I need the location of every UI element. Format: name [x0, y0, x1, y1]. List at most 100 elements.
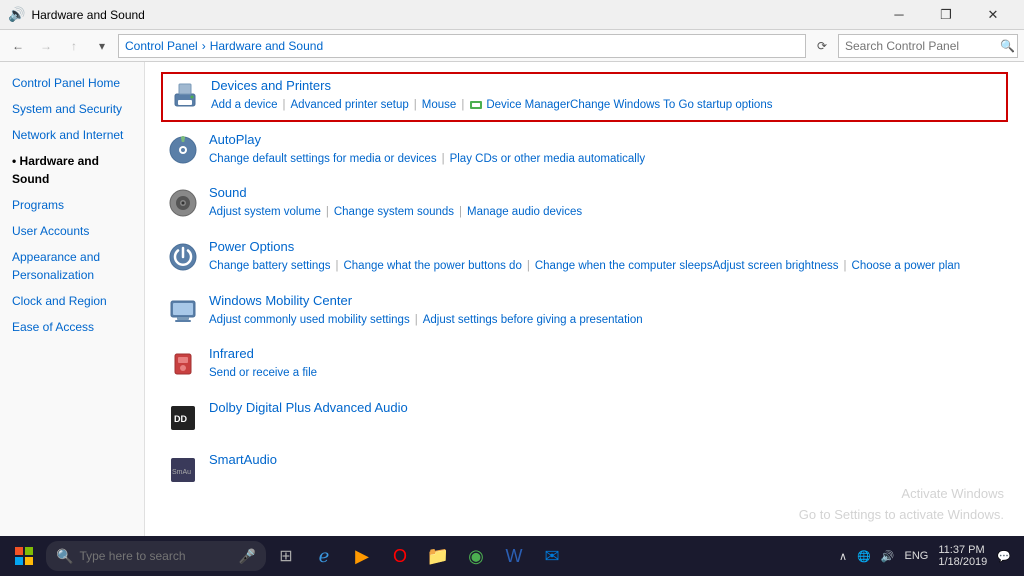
link-change-default[interactable]: Change default settings for media or dev… [209, 149, 437, 170]
link-add-device[interactable]: Add a device [211, 95, 278, 116]
infrared-links: Send or receive a file [209, 363, 1004, 384]
taskbar: 🔍 🎤 ⊞ ℯ ▶ O 📁 ◉ W ✉ ∧ 🌐 🔊 ENG 11:37 PM 1… [0, 536, 1024, 576]
search-box: 🔍 [838, 34, 1018, 58]
link-change-battery[interactable]: Change battery settings [209, 256, 330, 277]
taskbar-search-icon: 🔍 [56, 548, 73, 565]
chrome-icon[interactable]: ◉ [458, 538, 494, 574]
mobility-title[interactable]: Windows Mobility Center [209, 293, 352, 308]
link-play-cds[interactable]: Play CDs or other media automatically [450, 149, 646, 170]
infrared-info: Infrared Send or receive a file [209, 346, 1004, 384]
category-sound: Sound Adjust system volume | Change syst… [161, 179, 1008, 229]
tray-volume[interactable]: 🔊 [878, 548, 898, 565]
svg-text:DD: DD [174, 414, 187, 424]
window-controls: ─ ❐ ✕ [876, 0, 1016, 30]
sound-links: Adjust system volume | Change system sou… [209, 202, 1004, 223]
title-bar: 🔊 Hardware and Sound ─ ❐ ✕ [0, 0, 1024, 30]
folder-icon[interactable]: 📁 [420, 538, 456, 574]
autoplay-links: Change default settings for media or dev… [209, 149, 1004, 170]
sidebar-item-programs[interactable]: Programs [0, 192, 144, 218]
taskbar-search-box[interactable]: 🔍 🎤 [46, 541, 266, 571]
sidebar-item-network-internet[interactable]: Network and Internet [0, 122, 144, 148]
tray-chevron[interactable]: ∧ [836, 548, 850, 565]
restore-button[interactable]: ❐ [923, 0, 969, 30]
sidebar-item-user-accounts[interactable]: User Accounts [0, 218, 144, 244]
up-button[interactable]: ↑ [62, 34, 86, 58]
breadcrumb-root[interactable]: Control Panel [125, 39, 198, 53]
link-mouse[interactable]: Mouse [422, 95, 457, 116]
smartaudio-info: SmartAudio [209, 452, 1004, 469]
smartaudio-title[interactable]: SmartAudio [209, 452, 277, 467]
link-adjust-volume[interactable]: Adjust system volume [209, 202, 321, 223]
link-advanced-printer[interactable]: Advanced printer setup [291, 95, 409, 116]
recent-button[interactable]: ▾ [90, 34, 114, 58]
address-bar: ← → ↑ ▾ Control Panel › Hardware and Sou… [0, 30, 1024, 62]
mobility-info: Windows Mobility Center Adjust commonly … [209, 293, 1004, 331]
forward-button[interactable]: → [34, 34, 58, 58]
power-info: Power Options Change battery settings | … [209, 239, 1004, 277]
devices-printers-info: Devices and Printers Add a device | Adva… [211, 78, 1002, 116]
sound-title[interactable]: Sound [209, 185, 247, 200]
edge-icon[interactable]: ℯ [306, 538, 342, 574]
word-icon[interactable]: W [496, 538, 532, 574]
link-send-receive[interactable]: Send or receive a file [209, 363, 317, 384]
tray-network[interactable]: 🌐 [854, 548, 874, 565]
category-autoplay: AutoPlay Change default settings for med… [161, 126, 1008, 176]
autoplay-icon [165, 132, 201, 168]
sidebar: Control Panel Home System and Security N… [0, 62, 145, 536]
link-change-sleep[interactable]: Change when the computer sleeps [535, 256, 713, 277]
infrared-icon [165, 346, 201, 382]
link-adjust-presentation[interactable]: Adjust settings before giving a presenta… [423, 310, 643, 331]
tray-clock: 11:37 PM 1/18/2019 [935, 542, 990, 570]
dolby-title[interactable]: Dolby Digital Plus Advanced Audio [209, 400, 408, 415]
taskbar-search-input[interactable] [79, 549, 232, 563]
window-icon: 🔊 [8, 6, 25, 23]
category-devices-printers: Devices and Printers Add a device | Adva… [161, 72, 1008, 122]
tray-language[interactable]: ENG [902, 548, 932, 564]
notification-button[interactable]: 💬 [994, 548, 1014, 565]
sidebar-item-system-security[interactable]: System and Security [0, 96, 144, 122]
link-power-plan[interactable]: Choose a power plan [852, 256, 961, 277]
link-device-manager[interactable]: Device Manager [486, 95, 570, 116]
mobility-icon [165, 293, 201, 329]
power-icon [165, 239, 201, 275]
sidebar-item-ease-of-access[interactable]: Ease of Access [0, 314, 144, 340]
sound-info: Sound Adjust system volume | Change syst… [209, 185, 1004, 223]
link-change-sounds[interactable]: Change system sounds [334, 202, 454, 223]
power-links: Change battery settings | Change what th… [209, 256, 1004, 277]
vlc-icon[interactable]: ▶ [344, 538, 380, 574]
link-brightness[interactable]: Adjust screen brightness [713, 256, 839, 277]
main-layout: Control Panel Home System and Security N… [0, 62, 1024, 536]
back-button[interactable]: ← [6, 34, 30, 58]
link-adjust-mobility[interactable]: Adjust commonly used mobility settings [209, 310, 410, 331]
refresh-button[interactable]: ⟳ [810, 34, 834, 58]
sidebar-item-control-panel-home[interactable]: Control Panel Home [0, 70, 144, 96]
task-view-button[interactable]: ⊞ [268, 538, 304, 574]
system-tray: ∧ 🌐 🔊 ENG 11:37 PM 1/18/2019 💬 [830, 542, 1020, 570]
sidebar-item-appearance[interactable]: Appearance and Personalization [0, 244, 144, 288]
mobility-links: Adjust commonly used mobility settings |… [209, 310, 1004, 331]
link-windows-togo[interactable]: Change Windows To Go startup options [570, 95, 772, 116]
breadcrumb-separator: › [202, 39, 206, 53]
category-smartaudio: SmAu SmartAudio [161, 446, 1008, 494]
dolby-info: Dolby Digital Plus Advanced Audio [209, 400, 1004, 417]
breadcrumb-current: Hardware and Sound [210, 39, 323, 53]
start-button[interactable] [4, 538, 44, 574]
dolby-icon: DD [165, 400, 201, 436]
devices-printers-title[interactable]: Devices and Printers [211, 78, 331, 93]
svg-text:SmAu: SmAu [172, 469, 191, 476]
microphone-icon: 🎤 [239, 548, 256, 565]
minimize-button[interactable]: ─ [876, 0, 922, 30]
sidebar-item-clock[interactable]: Clock and Region [0, 288, 144, 314]
link-power-buttons[interactable]: Change what the power buttons do [343, 256, 521, 277]
autoplay-title[interactable]: AutoPlay [209, 132, 261, 147]
mail-icon[interactable]: ✉ [534, 538, 570, 574]
link-manage-audio[interactable]: Manage audio devices [467, 202, 582, 223]
search-input[interactable] [845, 39, 1000, 53]
sound-icon [165, 185, 201, 221]
infrared-title[interactable]: Infrared [209, 346, 254, 361]
power-title[interactable]: Power Options [209, 239, 294, 254]
opera-icon[interactable]: O [382, 538, 418, 574]
close-button[interactable]: ✕ [970, 0, 1016, 30]
content-area: Devices and Printers Add a device | Adva… [145, 62, 1024, 536]
window-title: Hardware and Sound [31, 8, 876, 22]
